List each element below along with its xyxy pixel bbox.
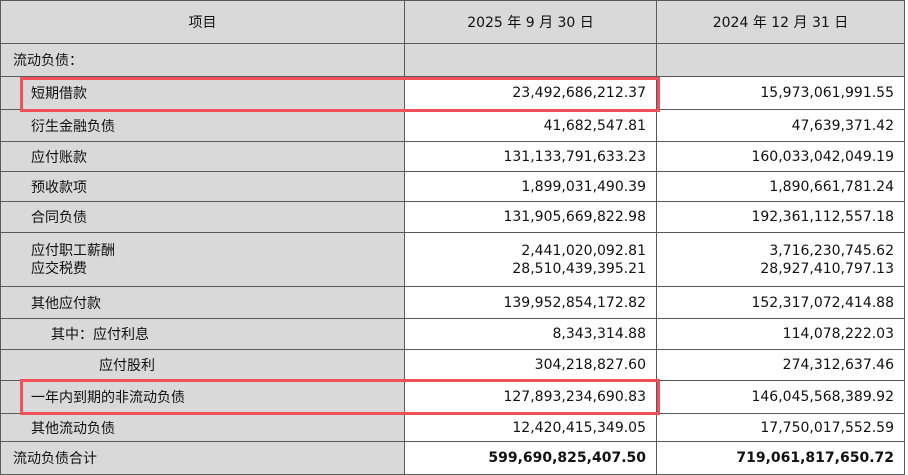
table-header-row: 项目 2025 年 9 月 30 日 2024 年 12 月 31 日 bbox=[0, 0, 908, 44]
row-label: 应付职工薪酬 bbox=[31, 242, 115, 259]
row-value-2025: 139,952,854,172.82 bbox=[405, 287, 657, 319]
row-label: 其他应付款 bbox=[0, 287, 405, 319]
table-row-advance-receipts: 预收款项 1,899,031,490.39 1,890,661,781.24 bbox=[0, 172, 908, 202]
section-title: 流动负债： bbox=[0, 44, 405, 77]
row-label: 短期借款 bbox=[0, 77, 405, 110]
row-value-2025: 1,899,031,490.39 bbox=[405, 172, 657, 202]
section-row: 流动负债： bbox=[0, 44, 908, 77]
row-value-2024: 274,312,637.46 bbox=[657, 350, 905, 381]
header-item: 项目 bbox=[0, 0, 405, 44]
row-value-2025: 23,492,686,212.37 bbox=[405, 77, 657, 110]
row-value-2025: 131,905,669,822.98 bbox=[405, 202, 657, 233]
row-value-2024: 146,045,568,389.92 bbox=[657, 381, 905, 414]
row-value-2025: 599,690,825,407.50 bbox=[405, 442, 657, 475]
table-row-interest-payable: 其中：应付利息 8,343,314.88 114,078,222.03 bbox=[0, 319, 908, 350]
row-label: 合同负债 bbox=[0, 202, 405, 233]
balance-sheet-table: 项目 2025 年 9 月 30 日 2024 年 12 月 31 日 流动负债… bbox=[0, 0, 908, 475]
row-value-2024: 1,890,661,781.24 bbox=[657, 172, 905, 202]
row-label: 其他流动负债 bbox=[0, 414, 405, 442]
row-value-2024: 114,078,222.03 bbox=[657, 319, 905, 350]
row-label: 其中：应付利息 bbox=[0, 319, 405, 350]
row-value-2024: 17,750,017,552.59 bbox=[657, 414, 905, 442]
row-value-2024: 160,033,042,049.19 bbox=[657, 142, 905, 172]
section-empty-2024 bbox=[657, 44, 905, 77]
table-row-contract-liabilities: 合同负债 131,905,669,822.98 192,361,112,557.… bbox=[0, 202, 908, 233]
table-row-accounts-payable: 应付账款 131,133,791,633.23 160,033,042,049.… bbox=[0, 142, 908, 172]
row-value-2025: 2,441,020,092.81 bbox=[521, 242, 646, 259]
header-2025-09-30: 2025 年 9 月 30 日 bbox=[405, 0, 657, 44]
row-value-2024: 192,361,112,557.18 bbox=[657, 202, 905, 233]
row-value-2025: 8,343,314.88 bbox=[405, 319, 657, 350]
table-row-other-payables: 其他应付款 139,952,854,172.82 152,317,072,414… bbox=[0, 287, 908, 319]
row-value-2025: 41,682,547.81 bbox=[405, 110, 657, 142]
row-value-2025: 28,510,439,395.21 bbox=[512, 260, 646, 277]
row-label: 一年内到期的非流动负债 bbox=[0, 381, 405, 414]
row-label-pair: 应付职工薪酬 应交税费 bbox=[0, 233, 405, 287]
table-row-payroll-and-taxes: 应付职工薪酬 应交税费 2,441,020,092.81 28,510,439,… bbox=[0, 233, 908, 287]
table-row-dividends-payable: 应付股利 304,218,827.60 274,312,637.46 bbox=[0, 350, 908, 381]
table-row-derivative-liabilities: 衍生金融负债 41,682,547.81 47,639,371.42 bbox=[0, 110, 908, 142]
row-value-2024: 152,317,072,414.88 bbox=[657, 287, 905, 319]
table-row-short-term-borrowings: 短期借款 23,492,686,212.37 15,973,061,991.55 bbox=[0, 77, 908, 110]
row-value-2025: 12,420,415,349.05 bbox=[405, 414, 657, 442]
row-label: 流动负债合计 bbox=[0, 442, 405, 475]
row-label: 衍生金融负债 bbox=[0, 110, 405, 142]
row-value-2024: 28,927,410,797.13 bbox=[760, 260, 894, 277]
section-empty-2025 bbox=[405, 44, 657, 77]
row-value-2024: 3,716,230,745.62 bbox=[769, 242, 894, 259]
row-value-2024: 47,639,371.42 bbox=[657, 110, 905, 142]
row-value-2025: 131,133,791,633.23 bbox=[405, 142, 657, 172]
row-label: 应付账款 bbox=[0, 142, 405, 172]
row-label: 应付股利 bbox=[0, 350, 405, 381]
header-2024-12-31: 2024 年 12 月 31 日 bbox=[657, 0, 905, 44]
row-value-pair-2025: 2,441,020,092.81 28,510,439,395.21 bbox=[405, 233, 657, 287]
table-row-other-current-liabilities: 其他流动负债 12,420,415,349.05 17,750,017,552.… bbox=[0, 414, 908, 442]
row-value-2025: 304,218,827.60 bbox=[405, 350, 657, 381]
row-value-2025: 127,893,234,690.83 bbox=[405, 381, 657, 414]
row-value-2024: 15,973,061,991.55 bbox=[657, 77, 905, 110]
table-row-total-current-liabilities: 流动负债合计 599,690,825,407.50 719,061,817,65… bbox=[0, 442, 908, 475]
row-label: 应交税费 bbox=[31, 260, 87, 277]
row-value-2024: 719,061,817,650.72 bbox=[657, 442, 905, 475]
row-value-pair-2024: 3,716,230,745.62 28,927,410,797.13 bbox=[657, 233, 905, 287]
row-label: 预收款项 bbox=[0, 172, 405, 202]
table-row-current-portion-noncurrent: 一年内到期的非流动负债 127,893,234,690.83 146,045,5… bbox=[0, 381, 908, 414]
